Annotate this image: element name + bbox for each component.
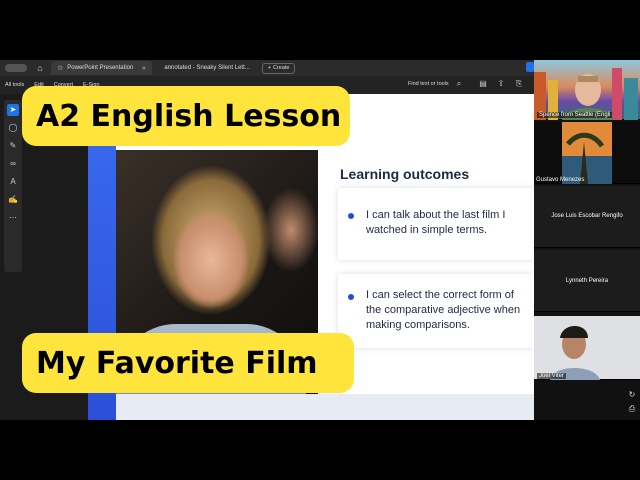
letterbox-top	[0, 0, 640, 60]
outcome-text: I can talk about the last film I watched…	[366, 209, 506, 236]
comment-icon[interactable]: ◯	[7, 122, 19, 134]
create-button[interactable]: + Create	[261, 62, 296, 74]
pen-icon[interactable]: ✎	[7, 140, 19, 152]
browser-tab-strip: ⌂ ☆ PowerPoint Presentation ✕ annotated …	[0, 60, 534, 76]
window-control[interactable]	[5, 64, 27, 72]
overlay-title-bottom: My Favorite Film	[22, 333, 354, 393]
more-icon[interactable]: ⋯	[7, 212, 19, 224]
avatar	[534, 68, 638, 120]
outcome-card-2: I can select the correct form of the com…	[338, 274, 534, 348]
plus-icon: +	[267, 65, 271, 71]
participant-name: Joel Viter	[537, 373, 566, 379]
text-box-icon[interactable]: A	[7, 176, 19, 188]
lasso-icon[interactable]: ∞	[7, 158, 19, 170]
tab-annotated[interactable]: annotated - Sneaky Silent Lett...	[158, 61, 255, 75]
overlay-title-top: A2 English Lesson	[22, 86, 350, 146]
app-badge[interactable]	[526, 62, 534, 72]
menu-all-tools[interactable]: All tools	[5, 82, 24, 88]
avatar	[562, 122, 612, 184]
participant-tile[interactable]: Joel Viter	[534, 316, 640, 380]
participant-name: Spence from Seattle (Engli	[537, 112, 613, 118]
participant-tile[interactable]: Lynneth Pereira	[534, 250, 640, 312]
participants-panel: Spence from Seattle (Engli Gustavo Menez…	[534, 60, 640, 420]
participant-tile[interactable]: Spence from Seattle (Engli	[534, 60, 640, 120]
cursor-icon[interactable]: ➤	[7, 104, 19, 116]
print-icon[interactable]: ▤	[478, 79, 488, 89]
slide-footer-band	[116, 394, 534, 420]
bullet-icon	[348, 213, 354, 219]
tool-rail: ➤ ◯ ✎ ∞ A ✍ ⋯	[4, 100, 22, 272]
stamp-icon[interactable]: ✍	[7, 194, 19, 206]
tab-label: annotated - Sneaky Silent Lett...	[164, 65, 250, 71]
share-icon[interactable]: ⎘	[514, 79, 524, 89]
create-label: Create	[272, 65, 290, 71]
participant-tile[interactable]: Jose Luis Escobar Rengifo	[534, 186, 640, 248]
participant-name: Gustavo Menezes	[536, 177, 585, 183]
refresh-icon[interactable]: ↻	[626, 390, 638, 399]
bullet-icon	[348, 294, 354, 300]
close-icon[interactable]: ✕	[141, 65, 146, 72]
tab-label: PowerPoint Presentation	[67, 65, 134, 71]
upload-icon[interactable]: ⇪	[496, 79, 506, 89]
tab-powerpoint[interactable]: ☆ PowerPoint Presentation ✕	[51, 61, 153, 75]
outcome-card-1: I can talk about the last film I watched…	[338, 188, 534, 260]
home-icon[interactable]: ⌂	[35, 63, 45, 73]
find-text-or-tools[interactable]: Find text or tools	[408, 81, 449, 87]
participant-name: Lynneth Pereira	[565, 278, 609, 284]
participant-tile[interactable]: Gustavo Menezes	[534, 122, 640, 184]
document-icon[interactable]: ⎙	[626, 404, 638, 414]
chevron-up-icon[interactable]: ⌃	[626, 374, 638, 383]
avatar	[550, 326, 600, 380]
participant-name: Jose Luis Escobar Rengifo	[551, 213, 623, 219]
letterbox-bottom	[0, 420, 640, 480]
search-icon[interactable]: ⌕	[454, 79, 464, 89]
slide-title: Learning outcomes	[340, 166, 470, 182]
star-icon: ☆	[57, 65, 64, 72]
outcome-text: I can select the correct form of the com…	[366, 289, 521, 331]
